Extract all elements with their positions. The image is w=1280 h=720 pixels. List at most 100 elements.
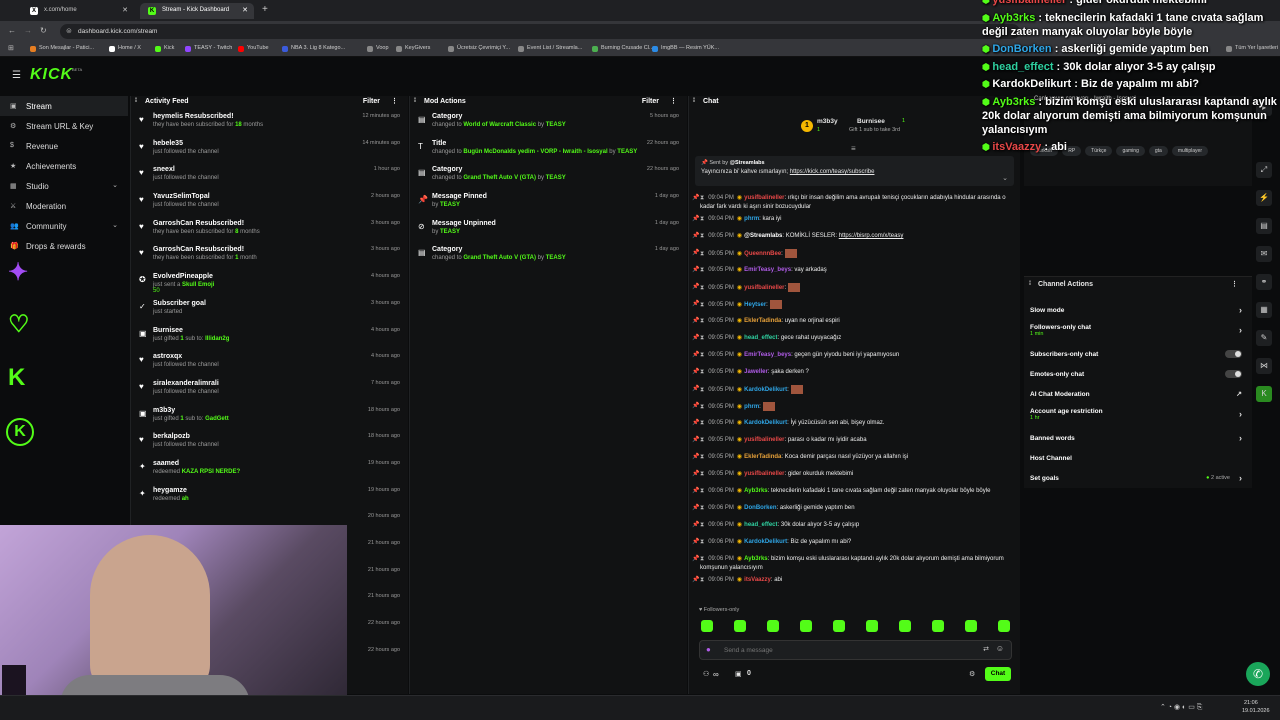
gift-icon[interactable]: ▣ [735, 670, 742, 678]
pin-message-icon[interactable]: 📌 [692, 334, 699, 343]
activity-item[interactable]: ♥ siralexanderalimrali just followed the c… [131, 377, 408, 404]
chat-message[interactable]: 📌 ⧗ 09:04 PM ◉ phrm: kara iyi [689, 213, 1020, 230]
lightning-icon[interactable]: ⚡ [1256, 190, 1272, 206]
chat-settings-icon[interactable]: ⚙ [969, 670, 975, 678]
timeout-icon[interactable]: ⧗ [700, 387, 704, 393]
timeout-icon[interactable]: ⧗ [700, 556, 704, 562]
pin-message-icon[interactable]: 📌 [692, 232, 699, 241]
link-icon[interactable]: ⚭ [1256, 274, 1272, 290]
chevron-right-icon[interactable]: › [1239, 433, 1242, 443]
bookmark-item[interactable]: YouTube [238, 45, 269, 52]
commands-icon[interactable]: ⇄ [983, 645, 989, 653]
emote-icon[interactable] [899, 620, 911, 632]
forward-icon[interactable]: → [24, 26, 32, 35]
timeout-icon[interactable]: ⧗ [700, 216, 704, 222]
pin-message-icon[interactable]: 📌 [692, 470, 699, 479]
store-icon[interactable]: ▦ [1256, 302, 1272, 318]
chevron-down-icon[interactable]: ⌄ [112, 221, 118, 229]
chat-username[interactable]: EklerTadinda [744, 318, 781, 324]
channel-action-banned-words[interactable]: Banned words › [1024, 429, 1252, 449]
activity-item[interactable]: ♥ heymelis Resubscribed! they have been su… [131, 110, 408, 137]
pin-message-icon[interactable]: 📌 [692, 215, 699, 224]
chat-message[interactable]: 📌 ⧗ 09:06 PM ◉ Ayb3rks: teknecilerin kafadak… [689, 485, 1020, 502]
message-input[interactable] [724, 644, 954, 656]
drag-handle-icon[interactable]: ⁞ [693, 98, 695, 104]
chat-message[interactable]: 📌 ⧗ 09:05 PM ◉ QueennnBee: [689, 247, 1020, 264]
bookmark-item[interactable]: Event List / Streamla... [518, 45, 582, 52]
chat-message[interactable]: 📌 ⧗ 09:05 PM ◉ KardokDelikurt: İyi yüzücüsün… [689, 417, 1020, 434]
chat-username[interactable]: head_effect [744, 522, 777, 528]
chat-message[interactable]: 📌 ⧗ 09:05 PM ◉ yusifbalineller: gider okurdu… [689, 468, 1020, 485]
more-options-icon[interactable]: ⋮ [391, 97, 398, 105]
chat-username[interactable]: EmirTeasy_beys [744, 352, 791, 358]
timeout-icon[interactable]: ⧗ [700, 437, 704, 443]
pin-message-icon[interactable]: 📌 [692, 436, 699, 445]
activity-item[interactable]: ♥ sneexl just followed the channel 1 hour a… [131, 163, 408, 190]
activity-item[interactable]: ▣ m3b3y just gifted 1 sub to: GadGett 18 ho… [131, 404, 408, 431]
mod-action-item[interactable]: ⊘ Message Unpinned by TEASY 1 day ago [410, 217, 687, 244]
mod-action-item[interactable]: ▤ Category changed to Grand Theft Auto V (… [410, 243, 687, 270]
timeout-icon[interactable]: ⧗ [700, 522, 704, 528]
timeout-icon[interactable]: ⧗ [700, 420, 704, 426]
activity-item[interactable]: ♥ GarroshCan Resubscribed! they have been … [131, 243, 408, 270]
timeout-icon[interactable]: ⧗ [700, 454, 704, 460]
pinned-link[interactable]: https://kick.com/teasy/subscribe [790, 169, 875, 175]
emote-icon[interactable] [965, 620, 977, 632]
reload-icon[interactable]: ↻ [40, 26, 47, 35]
sidebar-item-achievements[interactable]: ★ Achievements [0, 156, 128, 176]
sidebar-item-studio[interactable]: ▦ Studio ⌄ [0, 176, 128, 196]
sidebar-item-stream-url-key[interactable]: ⚙ Stream URL & Key [0, 116, 128, 136]
toggle-switch[interactable] [1225, 370, 1242, 378]
chat-message[interactable]: 📌 ⧗ 09:05 PM ◉ EklerTadinda: uyan ne orjinal… [689, 315, 1020, 332]
bookmark-item[interactable]: TEASY - Twitch [185, 45, 232, 52]
sidebar-item-drops-rewards[interactable]: 🎁 Drops & rewards [0, 236, 128, 256]
pin-message-icon[interactable]: 📌 [692, 419, 699, 428]
chat-message[interactable]: 📌 ⧗ 09:04 PM ◉ yusifbalineller: ırkçı bir in… [689, 192, 1020, 213]
emote-icon[interactable] [833, 620, 845, 632]
site-info-icon[interactable]: ⊜ [66, 27, 72, 35]
pin-message-icon[interactable]: 📌 [692, 300, 699, 309]
apps-icon[interactable]: ⊞ [8, 44, 14, 52]
bookmark-item[interactable]: Ücretsiz Çevrimiçi Y... [448, 45, 510, 52]
support-chat-icon[interactable]: ✆ [1246, 662, 1270, 686]
chevron-down-icon[interactable]: ⌄ [112, 181, 118, 189]
activity-item[interactable]: ✦ heygamze redeemed ah 19 hours ago [131, 484, 408, 511]
chat-message[interactable]: 📌 ⧗ 09:06 PM ◉ Ayb3rks: bizim komşu eski ulu… [689, 553, 1020, 574]
chat-username[interactable]: yusifbalineller [744, 285, 784, 291]
wrench-icon[interactable]: ✎ [1256, 330, 1272, 346]
channel-action-ai-chat-moderation[interactable]: AI Chat Moderation ↗ [1024, 385, 1252, 405]
activity-item[interactable]: ✓ Subscriber goal just started 3 hours ago [131, 297, 408, 324]
timeout-icon[interactable]: ⧗ [700, 369, 704, 375]
chat-username[interactable]: Ayb3rks [744, 556, 767, 562]
chat-username[interactable]: KardokDelikurt [744, 539, 787, 545]
timeout-icon[interactable]: ⧗ [700, 233, 704, 239]
timeout-icon[interactable]: ⧗ [700, 267, 704, 273]
emoji-picker-icon[interactable]: ☺ [996, 644, 1004, 653]
chat-username[interactable]: phrm [744, 404, 759, 410]
channel-action-account-age-restriction[interactable]: Account age restriction 1 hr › [1024, 405, 1252, 429]
bookmark-item[interactable]: Kick [155, 45, 174, 52]
timeout-icon[interactable]: ⧗ [700, 318, 704, 324]
activity-filter-button[interactable]: Filter [363, 98, 380, 105]
chat-username[interactable]: yusifbalineller [744, 471, 784, 477]
new-tab-button[interactable]: + [262, 4, 268, 15]
drag-handle-icon[interactable]: ⁞ [1029, 281, 1031, 287]
chat-message[interactable]: 📌 ⧗ 09:05 PM ◉ yusifbalineller: [689, 281, 1020, 298]
activity-item[interactable]: ▣ Burnisee just gifted 1 sub to: Illidan2g… [131, 324, 408, 351]
activity-item[interactable]: ♥ GarroshCan Resubscribed! they have been … [131, 217, 408, 244]
emote-icon[interactable] [998, 620, 1010, 632]
pin-message-icon[interactable]: 📌 [692, 555, 699, 564]
chat-username[interactable]: EklerTadinda [744, 454, 781, 460]
collapse-icon[interactable]: ≡ [851, 144, 856, 153]
timeout-icon[interactable]: ⧗ [700, 539, 704, 545]
chat-message[interactable]: 📌 ⧗ 09:06 PM ◉ DonBorken: askerliği gemide y… [689, 502, 1020, 519]
drag-handle-icon[interactable]: ⁞ [135, 98, 137, 104]
emote-icon[interactable] [800, 620, 812, 632]
emote-icon[interactable] [767, 620, 779, 632]
browser-tab-x[interactable]: X x.com/home ✕ [22, 3, 134, 19]
url-field[interactable]: ⊜ dashboard.kick.com/stream [60, 24, 1020, 39]
mod-action-item[interactable]: T Title changed to Bugün McDonalds yedim -… [410, 137, 687, 164]
timeout-icon[interactable]: ⧗ [700, 335, 704, 341]
close-tab-icon[interactable]: ✕ [122, 6, 128, 14]
chat-username[interactable]: KardokDelikurt [744, 387, 787, 393]
